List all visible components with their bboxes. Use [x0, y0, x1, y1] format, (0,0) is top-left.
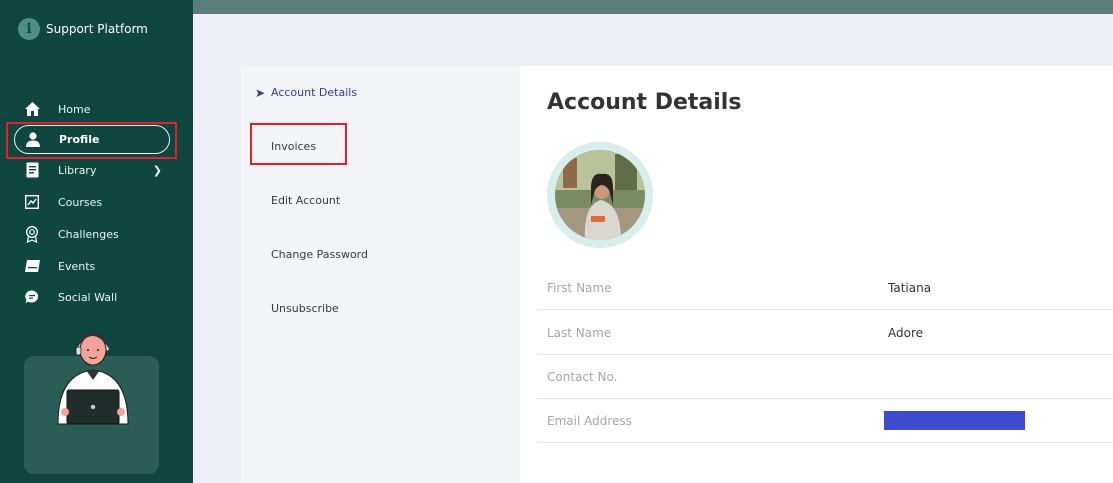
book-icon: [24, 162, 40, 178]
avatar-frame: [547, 142, 653, 248]
detail-row-email: Email Address: [537, 399, 1113, 443]
sidebar-item-library[interactable]: Library ❯: [24, 157, 174, 183]
info-logo-icon: i: [18, 18, 40, 40]
page-title: Account Details: [547, 90, 742, 115]
brand-name: Support Platform: [46, 22, 148, 36]
invoices-highlight-frame: [250, 123, 347, 165]
sidebar-item-courses[interactable]: Courses: [24, 189, 174, 215]
chevron-right-icon: ❯: [152, 163, 162, 177]
chart-icon: [24, 194, 40, 210]
field-label: Last Name: [547, 326, 612, 340]
sidebar-item-label: Courses: [58, 195, 103, 209]
sidebar-item-label: Social Wall: [58, 290, 118, 304]
menu-item-change-password[interactable]: Change Password: [271, 248, 368, 261]
sidebar-item-events[interactable]: Events: [24, 253, 174, 279]
sidebar-item-label: Library: [58, 163, 97, 177]
avatar[interactable]: [555, 150, 645, 240]
field-label: Email Address: [547, 414, 632, 428]
sidebar-item-label: Challenges: [58, 227, 119, 241]
menu-item-unsubscribe[interactable]: Unsubscribe: [271, 302, 339, 315]
detail-row-first-name: First Name Tatiana: [537, 266, 1113, 310]
ticket-icon: [24, 258, 40, 274]
medal-icon: [24, 225, 40, 243]
account-details-panel: Account Details First Name Tatiana Last …: [520, 66, 1113, 483]
support-agent-illustration: [57, 333, 129, 425]
field-label: First Name: [547, 281, 612, 295]
first-name-value: Tatiana: [888, 281, 932, 295]
profile-highlight-frame: [6, 122, 177, 159]
brand[interactable]: i Support Platform: [18, 18, 148, 40]
sidebar-item-challenges[interactable]: Challenges: [24, 221, 174, 247]
last-name-value: Adore: [888, 326, 924, 340]
chat-bubble-icon: [24, 289, 40, 305]
home-icon: [24, 101, 40, 117]
sidebar-item-label: Home: [58, 102, 91, 116]
sidebar-item-label: Events: [58, 259, 96, 273]
field-label: Contact No.: [547, 370, 618, 384]
arrow-right-icon: ➤: [255, 86, 266, 100]
email-redaction-bar: [884, 411, 1025, 430]
detail-row-last-name: Last Name Adore: [537, 311, 1113, 355]
top-bar: [193, 0, 1113, 14]
menu-item-account-details[interactable]: Account Details: [271, 86, 357, 99]
sidebar-item-home[interactable]: Home: [24, 96, 174, 122]
sidebar: i Support Platform Home Profile Library …: [0, 0, 193, 483]
sidebar-item-social-wall[interactable]: Social Wall: [24, 284, 174, 310]
menu-item-edit-account[interactable]: Edit Account: [271, 194, 340, 207]
detail-row-contact-no: Contact No.: [537, 355, 1113, 399]
